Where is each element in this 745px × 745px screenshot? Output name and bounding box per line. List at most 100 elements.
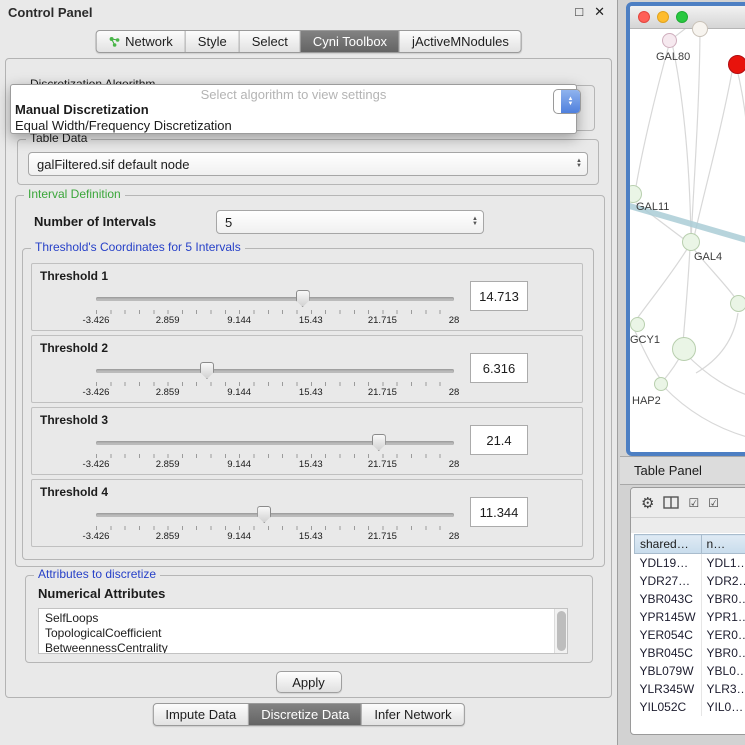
number-of-intervals-select[interactable]: 5 ▲▼ [216, 210, 484, 234]
combo-arrows-icon: ▲▼ [561, 90, 580, 113]
threshold-4-slider[interactable] [96, 506, 454, 524]
columns-icon[interactable] [663, 496, 679, 509]
table-cell[interactable]: YBR0… [701, 644, 745, 662]
checkbox-icon[interactable]: ☑ [688, 496, 699, 510]
slider-thumb[interactable] [257, 506, 271, 523]
combo-arrows-icon: ▲▼ [576, 159, 582, 169]
tab-jactivemnodules[interactable]: jActiveMNodules [400, 31, 521, 52]
node-table: shared… n… YDL19…YDL1…YDR27…YDR2…YBR043C… [634, 534, 745, 716]
list-item[interactable]: BetweennessCentrality [45, 641, 561, 654]
table-row[interactable]: YPR145WYPR1… [635, 608, 745, 626]
table-cell[interactable]: YBR0… [701, 590, 745, 608]
scale-tick-label: 2.859 [156, 531, 180, 542]
settings-gear-icon[interactable]: ⚙ [641, 494, 654, 512]
list-item[interactable]: TopologicalCoefficient [45, 626, 561, 641]
checkbox-icon[interactable]: ☑ [708, 496, 719, 510]
float-window-icon[interactable]: □ [575, 4, 583, 20]
network-node[interactable] [630, 317, 645, 332]
table-cell[interactable]: YLR345W [635, 680, 702, 698]
table-cell[interactable]: YDL19… [635, 554, 702, 573]
column-header-shared-name[interactable]: shared… [635, 535, 702, 554]
thresholds-group-title: Threshold's Coordinates for 5 Intervals [31, 240, 245, 254]
scale-tick-label: 9.144 [227, 531, 251, 542]
slider-thumb[interactable] [296, 290, 310, 307]
scrollbar-thumb[interactable] [557, 611, 566, 651]
threshold-3-slider[interactable] [96, 434, 454, 452]
list-scrollbar[interactable] [554, 609, 567, 653]
tab-discretize-data[interactable]: Discretize Data [249, 704, 362, 725]
table-cell[interactable]: YIL052C [635, 698, 702, 716]
network-window-titlebar [630, 6, 745, 29]
close-icon[interactable]: ✕ [594, 4, 605, 20]
network-node[interactable] [672, 337, 696, 361]
table-cell[interactable]: YBL0… [701, 662, 745, 680]
table-cell[interactable]: YIL0… [701, 698, 745, 716]
table-row[interactable]: YLR345WYLR3… [635, 680, 745, 698]
column-header-name[interactable]: n… [701, 535, 745, 554]
threshold-1-slider[interactable] [96, 290, 454, 308]
table-row[interactable]: YIL052CYIL0… [635, 698, 745, 716]
table-cell[interactable]: YLR3… [701, 680, 745, 698]
network-node[interactable] [730, 295, 745, 312]
table-row[interactable]: YBR043CYBR0… [635, 590, 745, 608]
table-row[interactable]: YER054CYER0… [635, 626, 745, 644]
tab-infer-network[interactable]: Infer Network [362, 704, 463, 725]
threshold-1-value-input[interactable]: 14.713 [470, 281, 528, 311]
slider-thumb[interactable] [372, 434, 386, 451]
table-cell[interactable]: YBR043C [635, 590, 702, 608]
combo-arrows-icon: ▲▼ [472, 217, 478, 227]
table-row[interactable]: YDL19…YDL1… [635, 554, 745, 573]
node-table-body: YDL19…YDL1…YDR27…YDR2…YBR043CYBR0…YPR145… [635, 554, 745, 717]
interval-definition-group-title: Interval Definition [24, 187, 125, 201]
table-cell[interactable]: YER0… [701, 626, 745, 644]
network-node-label: GAL11 [636, 201, 669, 213]
attributes-group-title: Attributes to discretize [34, 567, 160, 581]
network-node[interactable] [692, 21, 708, 37]
table-cell[interactable]: YER054C [635, 626, 702, 644]
list-item[interactable]: SelfLoops [45, 611, 561, 626]
threshold-2-slider[interactable] [96, 362, 454, 380]
slider-scale: -3.4262.8599.14415.4321.71528 [96, 459, 454, 471]
threshold-1-label: Threshold 1 [40, 269, 108, 283]
tab-select[interactable]: Select [240, 31, 301, 52]
network-node[interactable] [728, 55, 745, 74]
table-data-select[interactable]: galFiltered.sif default node ▲▼ [28, 152, 588, 176]
numerical-attributes-list[interactable]: SelfLoopsTopologicalCoefficientBetweenne… [38, 608, 568, 654]
close-button[interactable] [638, 11, 650, 23]
slider-thumb[interactable] [200, 362, 214, 379]
table-panel-title: Table Panel [634, 463, 702, 478]
threshold-4-value-input[interactable]: 11.344 [470, 497, 528, 527]
zoom-button[interactable] [676, 11, 688, 23]
tab-impute-data[interactable]: Impute Data [153, 704, 249, 725]
table-row[interactable]: YDR27…YDR2… [635, 572, 745, 590]
table-cell[interactable]: YDR27… [635, 572, 702, 590]
table-cell[interactable]: YDL1… [701, 554, 745, 573]
apply-button[interactable]: Apply [276, 671, 342, 693]
threshold-3-value-input[interactable]: 21.4 [470, 425, 528, 455]
table-cell[interactable]: YBR045C [635, 644, 702, 662]
table-cell[interactable]: YPR1… [701, 608, 745, 626]
minimize-button[interactable] [657, 11, 669, 23]
slider-scale: -3.4262.8599.14415.4321.71528 [96, 315, 454, 327]
slider-scale: -3.4262.8599.14415.4321.71528 [96, 531, 454, 543]
tab-network[interactable]: Network [96, 31, 186, 52]
threshold-2-value-input[interactable]: 6.316 [470, 353, 528, 383]
network-node[interactable] [682, 233, 700, 251]
table-cell[interactable]: YBL079W [635, 662, 702, 680]
algorithm-select-button[interactable]: ▲▼ [553, 89, 581, 114]
network-canvas[interactable]: GAL80 GAL11 GAL4 GCY1 HAP2 [630, 29, 745, 429]
network-node[interactable] [662, 33, 677, 48]
table-cell[interactable]: YDR2… [701, 572, 745, 590]
threshold-panel-3: Threshold 3 -3.4262.8599.14415.4321.7152… [31, 407, 583, 475]
tab-cyni-toolbox[interactable]: Cyni Toolbox [301, 31, 400, 52]
tab-style[interactable]: Style [186, 31, 240, 52]
scale-tick-label: 21.715 [368, 459, 397, 470]
popup-item[interactable]: Manual Discretization [11, 102, 576, 118]
tab-label: Style [198, 34, 227, 49]
scale-tick-label: -3.426 [83, 387, 110, 398]
table-row[interactable]: YBL079WYBL0… [635, 662, 745, 680]
network-node[interactable] [654, 377, 668, 391]
table-row[interactable]: YBR045CYBR0… [635, 644, 745, 662]
popup-item[interactable]: Equal Width/Frequency Discretization [11, 118, 576, 134]
table-cell[interactable]: YPR145W [635, 608, 702, 626]
